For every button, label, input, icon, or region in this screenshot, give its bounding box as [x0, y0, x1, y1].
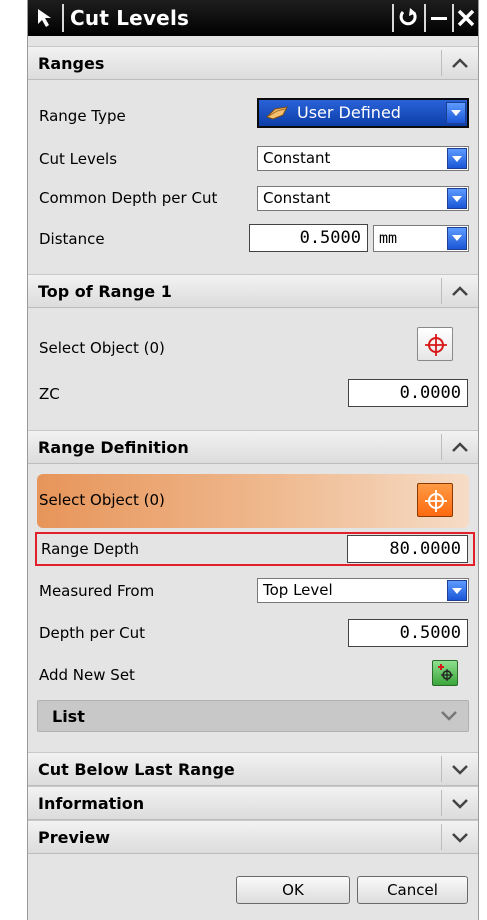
chevron-down-icon[interactable]	[448, 792, 472, 814]
header-divider	[441, 50, 442, 76]
ranges-body: Range Type User Defined Cut Levels Const…	[28, 80, 478, 280]
select-object-label: Select Object (0)	[39, 491, 165, 509]
header-divider	[441, 824, 442, 850]
section-header-information[interactable]: Information	[28, 786, 478, 820]
select-object-row[interactable]: Select Object (0)	[37, 474, 469, 528]
section-header-ranges[interactable]: Ranges	[28, 46, 478, 80]
crosshair-icon	[425, 490, 447, 512]
measured-from-label: Measured From	[39, 582, 155, 600]
select-object-button[interactable]	[417, 327, 453, 361]
chevron-up-icon[interactable]	[448, 52, 472, 74]
section-title: Preview	[38, 828, 111, 847]
chevron-up-icon[interactable]	[448, 280, 472, 302]
cut-levels-dialog: Cut Levels Ranges Range Type User Define…	[27, 0, 479, 920]
measured-from-dropdown[interactable]: Top Level	[257, 578, 469, 603]
cancel-button[interactable]: Cancel	[357, 876, 468, 904]
chevron-down-icon[interactable]	[447, 227, 467, 250]
cut-levels-value: Constant	[263, 149, 331, 167]
range-type-label: Range Type	[39, 107, 126, 125]
depth-per-cut-input[interactable]: 0.5000	[348, 619, 468, 647]
range-depth-label: Range Depth	[41, 540, 139, 558]
range-type-icon	[266, 106, 288, 120]
zc-label: ZC	[39, 385, 60, 403]
distance-unit-value: mm	[379, 229, 398, 247]
reset-icon[interactable]	[396, 4, 422, 32]
zc-input[interactable]: 0.0000	[348, 379, 468, 407]
common-depth-label: Common Depth per Cut	[39, 189, 218, 207]
section-title: Range Definition	[38, 438, 189, 457]
section-title: Information	[38, 794, 145, 813]
chevron-up-icon[interactable]	[448, 436, 472, 458]
ok-button[interactable]: OK	[236, 876, 350, 904]
range-depth-input[interactable]: 80.0000	[347, 535, 468, 563]
header-divider	[441, 278, 442, 304]
section-header-range-definition[interactable]: Range Definition	[28, 430, 478, 464]
add-new-set-button[interactable]	[432, 660, 458, 686]
section-header-preview[interactable]: Preview	[28, 820, 478, 854]
select-object-button[interactable]	[417, 483, 453, 517]
top-of-range-body: Select Object (0) ZC 0.0000	[28, 308, 478, 426]
list-subsection-header[interactable]: List	[37, 700, 469, 732]
title-bar[interactable]: Cut Levels	[28, 0, 478, 36]
list-label: List	[52, 707, 85, 726]
range-type-dropdown[interactable]: User Defined	[257, 98, 469, 128]
window-title: Cut Levels	[70, 6, 190, 30]
cursor-arrow-icon	[38, 9, 51, 27]
section-title: Ranges	[38, 54, 105, 73]
depth-per-cut-label: Depth per Cut	[39, 624, 146, 642]
range-type-value: User Defined	[297, 103, 401, 122]
section-header-top-of-range[interactable]: Top of Range 1	[28, 274, 478, 308]
measured-from-value: Top Level	[263, 581, 333, 599]
select-object-label: Select Object (0)	[39, 339, 165, 357]
close-icon[interactable]	[453, 4, 479, 32]
header-divider	[441, 434, 442, 460]
chevron-down-icon[interactable]	[447, 188, 467, 209]
cut-levels-dropdown[interactable]: Constant	[257, 146, 469, 171]
chevron-down-icon[interactable]	[448, 826, 472, 848]
distance-label: Distance	[39, 230, 105, 248]
section-title: Top of Range 1	[38, 282, 172, 301]
header-divider	[441, 790, 442, 816]
chevron-down-icon[interactable]	[447, 148, 467, 169]
chevron-down-icon[interactable]	[438, 706, 460, 726]
section-title: Cut Below Last Range	[38, 760, 235, 779]
cut-levels-label: Cut Levels	[39, 150, 118, 168]
add-set-icon	[438, 664, 453, 681]
chevron-down-icon[interactable]	[446, 102, 466, 124]
title-separator	[62, 4, 64, 32]
distance-unit-dropdown[interactable]: mm	[373, 225, 469, 252]
common-depth-value: Constant	[263, 189, 331, 207]
crosshair-icon	[425, 334, 447, 356]
chevron-down-icon[interactable]	[448, 758, 472, 780]
add-new-set-label: Add New Set	[39, 666, 135, 684]
header-divider	[441, 756, 442, 782]
distance-input[interactable]: 0.5000	[249, 224, 368, 252]
minimize-icon[interactable]	[426, 4, 452, 32]
common-depth-dropdown[interactable]: Constant	[257, 186, 469, 211]
range-definition-body: Select Object (0) Range Depth 80.0000 Me…	[28, 464, 478, 754]
section-header-cut-below[interactable]: Cut Below Last Range	[28, 752, 478, 786]
chevron-down-icon[interactable]	[447, 580, 467, 601]
title-separator	[392, 4, 394, 32]
